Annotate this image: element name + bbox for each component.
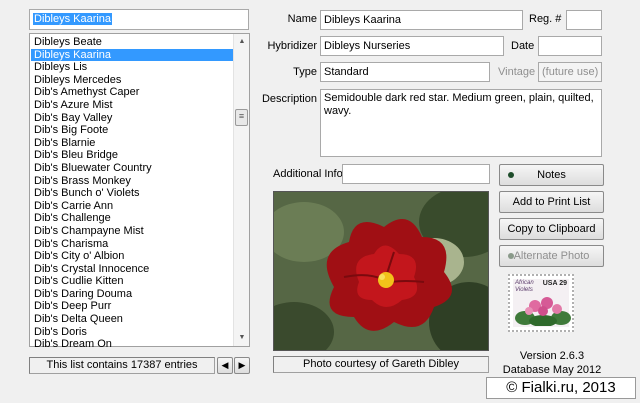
list-count-text: This list contains 17387 entries <box>46 359 198 371</box>
name-label: Name <box>287 13 317 25</box>
alternate-photo-indicator-icon <box>508 253 514 259</box>
notes-button[interactable]: Notes <box>499 164 604 186</box>
name-field[interactable]: Dibleys Kaarina <box>320 10 523 30</box>
variety-photo <box>273 191 489 351</box>
scroll-down-icon[interactable]: ▼ <box>234 330 250 346</box>
list-item[interactable]: Dib's Carrie Ann <box>31 200 235 213</box>
violet-flower-image <box>274 192 488 350</box>
list-item[interactable]: Dib's Cudlie Kitten <box>31 275 235 288</box>
list-item[interactable]: Dibleys Kaarina <box>31 48 235 62</box>
list-item[interactable]: Dib's City o' Albion <box>31 250 235 263</box>
list-item[interactable]: Dib's Charisma <box>31 238 235 251</box>
list-item[interactable]: Dib's Bleu Bridge <box>31 149 235 162</box>
list-item[interactable]: Dib's Dream On <box>31 338 235 351</box>
photo-caption-text: Photo courtesy of Gareth Dibley <box>303 358 459 370</box>
list-item[interactable]: Dib's Amethyst Caper <box>31 86 235 99</box>
list-item[interactable]: Dibleys Beate <box>31 36 235 49</box>
list-item[interactable]: Dib's Bluewater Country <box>31 162 235 175</box>
list-scrollbar[interactable]: ▲ ≡ ▼ <box>233 34 249 346</box>
copy-to-clipboard-label: Copy to Clipboard <box>507 223 596 235</box>
scrollbar-thumb[interactable]: ≡ <box>235 109 248 126</box>
add-to-print-list-label: Add to Print List <box>512 196 591 208</box>
type-label: Type <box>293 66 317 78</box>
vintage-label: Vintage <box>498 66 536 78</box>
search-input[interactable]: Dibleys Kaarina <box>29 9 249 30</box>
variety-list-items: Dibleys Beate Dibleys Kaarina Dibleys Lis D… <box>31 36 235 351</box>
database-date-text: Database May 2012 <box>502 364 602 376</box>
list-item[interactable]: Dib's Champayne Mist <box>31 225 235 238</box>
copyright-watermark: © Fialki.ru, 2013 <box>486 377 636 399</box>
hybridizer-field[interactable]: Dibleys Nurseries <box>320 36 504 56</box>
african-violets-stamp: African Violets USA 29 <box>508 274 574 332</box>
list-count-status: This list contains 17387 entries <box>29 357 215 374</box>
list-item[interactable]: Dib's Daring Douma <box>31 288 235 301</box>
list-item[interactable]: Dib's Big Foote <box>31 124 235 137</box>
prev-entry-button[interactable]: ◀ <box>217 357 233 374</box>
list-item[interactable]: Dibleys Mercedes <box>31 74 235 87</box>
search-input-value: Dibleys Kaarina <box>33 13 113 25</box>
hybridizer-field-value: Dibleys Nurseries <box>324 40 411 52</box>
list-item[interactable]: Dib's Bunch o' Violets <box>31 187 235 200</box>
alternate-photo-label: Alternate Photo <box>513 250 590 262</box>
copy-to-clipboard-button[interactable]: Copy to Clipboard <box>499 218 604 240</box>
scroll-up-icon[interactable]: ▲ <box>234 34 250 50</box>
list-item[interactable]: Dib's Deep Purr <box>31 300 235 313</box>
watermark-text: © Fialki.ru, 2013 <box>506 379 616 396</box>
stamp-violet-icon <box>515 297 571 326</box>
reg-label: Reg. # <box>529 13 562 25</box>
variety-list[interactable]: Dibleys Beate Dibleys Kaarina Dibleys Lis D… <box>29 33 250 350</box>
description-field[interactable]: Semidouble dark red star. Medium green, … <box>320 89 602 157</box>
date-field[interactable] <box>538 36 602 56</box>
list-item[interactable]: Dib's Blarnie <box>31 137 235 150</box>
name-field-value: Dibleys Kaarina <box>324 14 402 26</box>
list-item[interactable]: Dib's Crystal Innocence <box>31 263 235 276</box>
notes-button-label: Notes <box>537 169 566 181</box>
add-to-print-list-button[interactable]: Add to Print List <box>499 191 604 213</box>
description-label: Description <box>261 93 317 105</box>
type-field-value: Standard <box>324 66 369 78</box>
list-item[interactable]: Dib's Bay Valley <box>31 112 235 125</box>
vintage-field: (future use) <box>538 62 602 82</box>
hybridizer-label: Hybridizer <box>267 40 317 52</box>
list-item[interactable]: Dib's Brass Monkey <box>31 175 235 188</box>
list-item[interactable]: Dib's Challenge <box>31 212 235 225</box>
alternate-photo-button[interactable]: Alternate Photo <box>499 245 604 267</box>
reg-field[interactable] <box>566 10 602 30</box>
list-item[interactable]: Dib's Azure Mist <box>31 99 235 112</box>
photo-caption: Photo courtesy of Gareth Dibley <box>273 356 489 373</box>
date-label: Date <box>511 40 535 52</box>
version-text: Version 2.6.3 <box>519 350 585 362</box>
additional-info-label: Additional Info <box>273 168 343 180</box>
stamp-value: USA 29 <box>542 280 567 287</box>
notes-indicator-icon <box>508 172 514 178</box>
list-item[interactable]: Dib's Doris <box>31 326 235 339</box>
list-item[interactable]: Dib's Delta Queen <box>31 313 235 326</box>
list-item[interactable]: Dibleys Lis <box>31 61 235 74</box>
next-entry-button[interactable]: ▶ <box>234 357 250 374</box>
description-field-value: Semidouble dark red star. Medium green, … <box>324 92 594 117</box>
additional-info-field[interactable] <box>342 164 490 184</box>
type-field[interactable]: Standard <box>320 62 490 82</box>
stamp-text-line1: African <box>515 280 534 286</box>
vintage-field-value: (future use) <box>542 66 599 78</box>
